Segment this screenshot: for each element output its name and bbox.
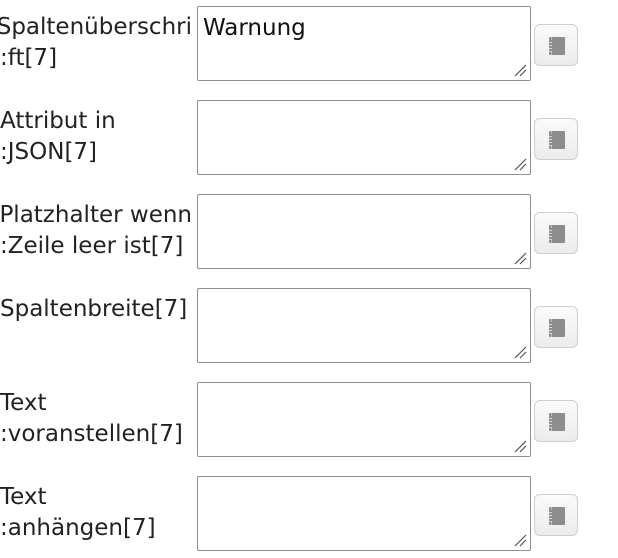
resize-grip-icon[interactable]	[513, 439, 527, 453]
book-icon	[549, 507, 565, 525]
field-label: Text voranstellen[7]:	[0, 388, 192, 450]
field-label-line: ft[7]:	[0, 45, 58, 71]
field-label-line: JSON[7]:	[0, 139, 98, 165]
translation-button[interactable]	[534, 212, 578, 254]
book-icon	[549, 319, 565, 337]
translation-button[interactable]	[534, 400, 578, 442]
field-label: Spaltenüberschri ft[7]:	[0, 12, 192, 74]
resize-grip-icon[interactable]	[513, 345, 527, 359]
field-label-line: Attribut in	[0, 108, 116, 134]
form-row-column-heading: Spaltenüberschri ft[7]: Warnung	[0, 0, 618, 81]
book-icon	[549, 131, 565, 149]
translation-button[interactable]	[534, 24, 578, 66]
translation-button[interactable]	[534, 494, 578, 536]
textarea-value: Warnung	[203, 15, 306, 41]
column-settings-form: Spaltenüberschri ft[7]: Warnung Attribut…	[0, 0, 618, 558]
field-label: Spaltenbreite[7]	[0, 294, 192, 325]
text-prepend-textarea[interactable]	[197, 382, 531, 457]
field-label-line: Text	[0, 484, 47, 510]
resize-grip-icon[interactable]	[513, 533, 527, 547]
book-icon	[549, 37, 565, 55]
empty-placeholder-textarea[interactable]	[197, 194, 531, 269]
field-label-line: Spaltenbreite[7]	[0, 296, 188, 322]
book-icon	[549, 225, 565, 243]
resize-grip-icon[interactable]	[513, 157, 527, 171]
form-row-text-append: Text anhängen[7]:	[0, 470, 618, 551]
column-width-textarea[interactable]	[197, 288, 531, 363]
field-label-line: Zeile leer ist[7]:	[0, 233, 184, 259]
translation-button[interactable]	[534, 118, 578, 160]
form-row-column-width: Spaltenbreite[7]	[0, 282, 618, 363]
resize-grip-icon[interactable]	[513, 251, 527, 265]
form-row-json-attribute: Attribut in JSON[7]:	[0, 94, 618, 175]
field-label-line: anhängen[7]:	[0, 515, 156, 541]
form-row-text-prepend: Text voranstellen[7]:	[0, 376, 618, 457]
field-label-line: Text	[0, 390, 47, 416]
form-row-empty-placeholder: Platzhalter wenn Zeile leer ist[7]:	[0, 188, 618, 269]
resize-grip-icon[interactable]	[513, 63, 527, 77]
book-icon	[549, 413, 565, 431]
json-attribute-textarea[interactable]	[197, 100, 531, 175]
field-label: Platzhalter wenn Zeile leer ist[7]:	[0, 200, 192, 262]
field-label-line: Platzhalter wenn	[0, 202, 192, 228]
text-append-textarea[interactable]	[197, 476, 531, 551]
field-label-line: Spaltenüberschri	[0, 14, 192, 40]
field-label-line: voranstellen[7]:	[0, 421, 183, 447]
field-label: Attribut in JSON[7]:	[0, 106, 192, 168]
translation-button[interactable]	[534, 306, 578, 348]
field-label: Text anhängen[7]:	[0, 482, 192, 544]
column-heading-textarea[interactable]: Warnung	[197, 6, 531, 81]
